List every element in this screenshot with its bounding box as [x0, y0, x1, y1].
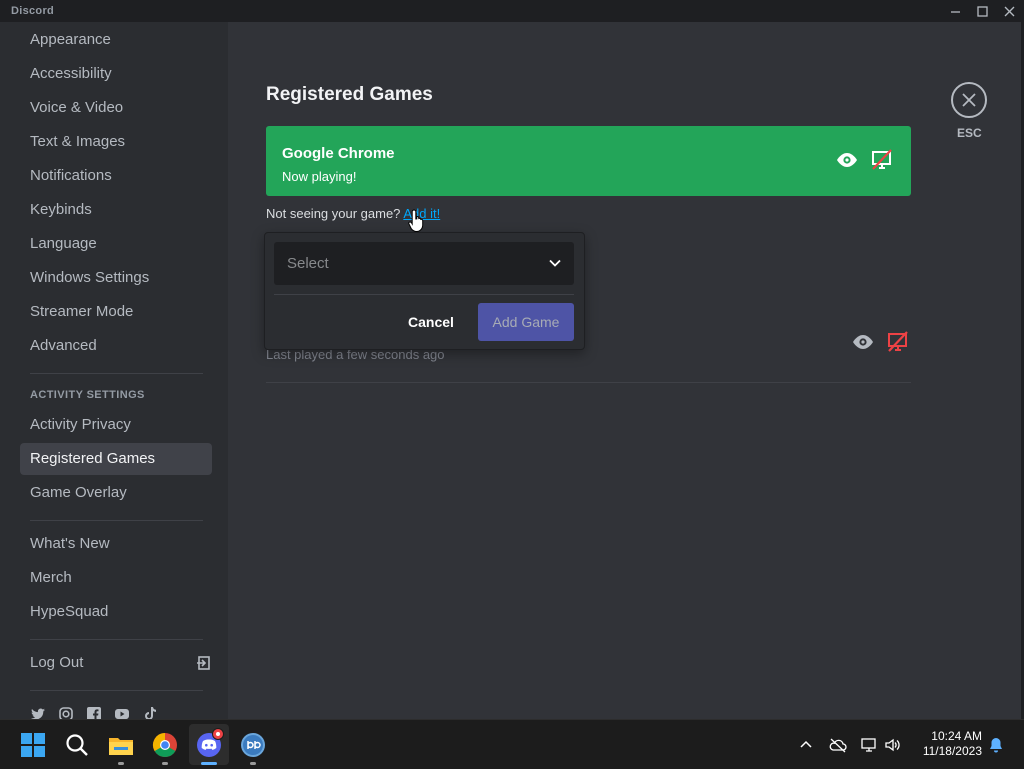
system-clock[interactable]: 10:24 AM 11/18/2023: [914, 729, 982, 759]
social-links: [30, 706, 158, 719]
sidebar-item-notifications[interactable]: Notifications: [20, 160, 212, 192]
main-content: Registered Games Google Chrome Now playi…: [228, 22, 1024, 719]
sidebar-item-language[interactable]: Language: [20, 228, 212, 260]
running-indicator: [250, 762, 256, 765]
running-indicator: [162, 762, 168, 765]
notification-bell-icon[interactable]: [987, 736, 1005, 754]
maximize-button[interactable]: [967, 0, 997, 22]
window-title: Discord: [11, 5, 55, 17]
sidebar-item-voice-video[interactable]: Voice & Video: [20, 92, 212, 124]
popout-divider: [274, 294, 574, 295]
sidebar-item-keybinds[interactable]: Keybinds: [20, 194, 212, 226]
minimize-icon: [950, 10, 960, 13]
sidebar-item-advanced[interactable]: Advanced: [20, 330, 212, 362]
sidebar-item-windows-settings[interactable]: Windows Settings: [20, 262, 212, 294]
log-out-icon: [197, 656, 210, 670]
select-placeholder: Select: [287, 255, 329, 272]
maximize-icon: [976, 5, 988, 17]
notification-badge-icon: [212, 728, 224, 740]
section-header-activity: ACTIVITY SETTINGS: [30, 389, 145, 401]
eye-icon[interactable]: [835, 151, 859, 169]
game-select-dropdown[interactable]: Select: [274, 242, 574, 285]
chrome-icon[interactable]: [152, 732, 178, 758]
hand-cursor-icon: [408, 209, 424, 233]
sidebar-divider: [30, 373, 203, 374]
now-playing-status: Now playing!: [282, 169, 357, 184]
sidebar-item-hypesquad[interactable]: HypeSquad: [20, 596, 212, 628]
minimize-button[interactable]: [940, 0, 970, 22]
now-playing-game-name: Google Chrome: [282, 145, 395, 162]
overlay-disabled-icon[interactable]: [886, 330, 910, 354]
sidebar-divider: [30, 639, 203, 640]
sidebar-item-registered-games[interactable]: Registered Games: [20, 443, 212, 475]
sidebar-item-game-overlay[interactable]: Game Overlay: [20, 477, 212, 509]
instagram-icon[interactable]: [58, 706, 74, 719]
search-icon[interactable]: [64, 732, 90, 758]
youtube-icon[interactable]: [114, 706, 130, 719]
chevron-down-icon: [549, 259, 561, 267]
sidebar-divider: [30, 690, 203, 691]
qbittorrent-icon[interactable]: [240, 732, 266, 758]
close-icon: [1004, 6, 1014, 16]
cancel-button[interactable]: Cancel: [396, 303, 466, 341]
settings-sidebar: Appearance Accessibility Voice & Video T…: [0, 22, 228, 719]
sidebar-item-merch[interactable]: Merch: [20, 562, 212, 594]
sidebar-item-streamer-mode[interactable]: Streamer Mode: [20, 296, 212, 328]
sidebar-item-whats-new[interactable]: What's New: [20, 528, 212, 560]
windows-start-icon[interactable]: [20, 732, 46, 758]
sidebar-item-activity-privacy[interactable]: Activity Privacy: [20, 409, 212, 441]
windows-taskbar: 10:24 AM 11/18/2023: [0, 719, 1024, 769]
add-game-button[interactable]: Add Game: [478, 303, 574, 341]
close-window-button[interactable]: [994, 0, 1024, 22]
sidebar-divider: [30, 520, 203, 521]
now-playing-card: Google Chrome Now playing!: [266, 126, 911, 196]
running-indicator: [118, 762, 124, 765]
eye-icon[interactable]: [851, 333, 875, 351]
sidebar-item-appearance[interactable]: Appearance: [20, 24, 212, 56]
page-title: Registered Games: [266, 84, 433, 105]
tiktok-icon[interactable]: [142, 706, 158, 719]
not-seeing-label: Not seeing your game?: [266, 206, 401, 221]
onedrive-icon[interactable]: [829, 736, 847, 754]
close-icon: [962, 93, 976, 107]
sidebar-item-text-images[interactable]: Text & Images: [20, 126, 212, 158]
sidebar-item-log-out[interactable]: Log Out: [20, 647, 212, 679]
volume-icon[interactable]: [884, 736, 902, 754]
game-row-divider: [266, 382, 911, 383]
twitter-icon[interactable]: [30, 706, 46, 719]
esc-label: ESC: [957, 126, 982, 140]
clock-time: 10:24 AM: [931, 729, 982, 743]
clock-date: 11/18/2023: [922, 744, 982, 758]
sidebar-item-accessibility[interactable]: Accessibility: [20, 58, 212, 90]
facebook-icon[interactable]: [86, 706, 102, 719]
network-icon[interactable]: [860, 736, 878, 754]
chevron-up-icon[interactable]: [797, 736, 815, 754]
window-titlebar: Discord: [0, 0, 1024, 22]
add-game-popout: Select Cancel Add Game: [264, 232, 585, 350]
file-explorer-icon[interactable]: [108, 732, 134, 758]
log-out-label: Log Out: [30, 654, 84, 671]
close-settings-button[interactable]: [951, 82, 987, 118]
active-indicator: [201, 762, 217, 765]
overlay-disabled-icon[interactable]: [870, 148, 894, 172]
